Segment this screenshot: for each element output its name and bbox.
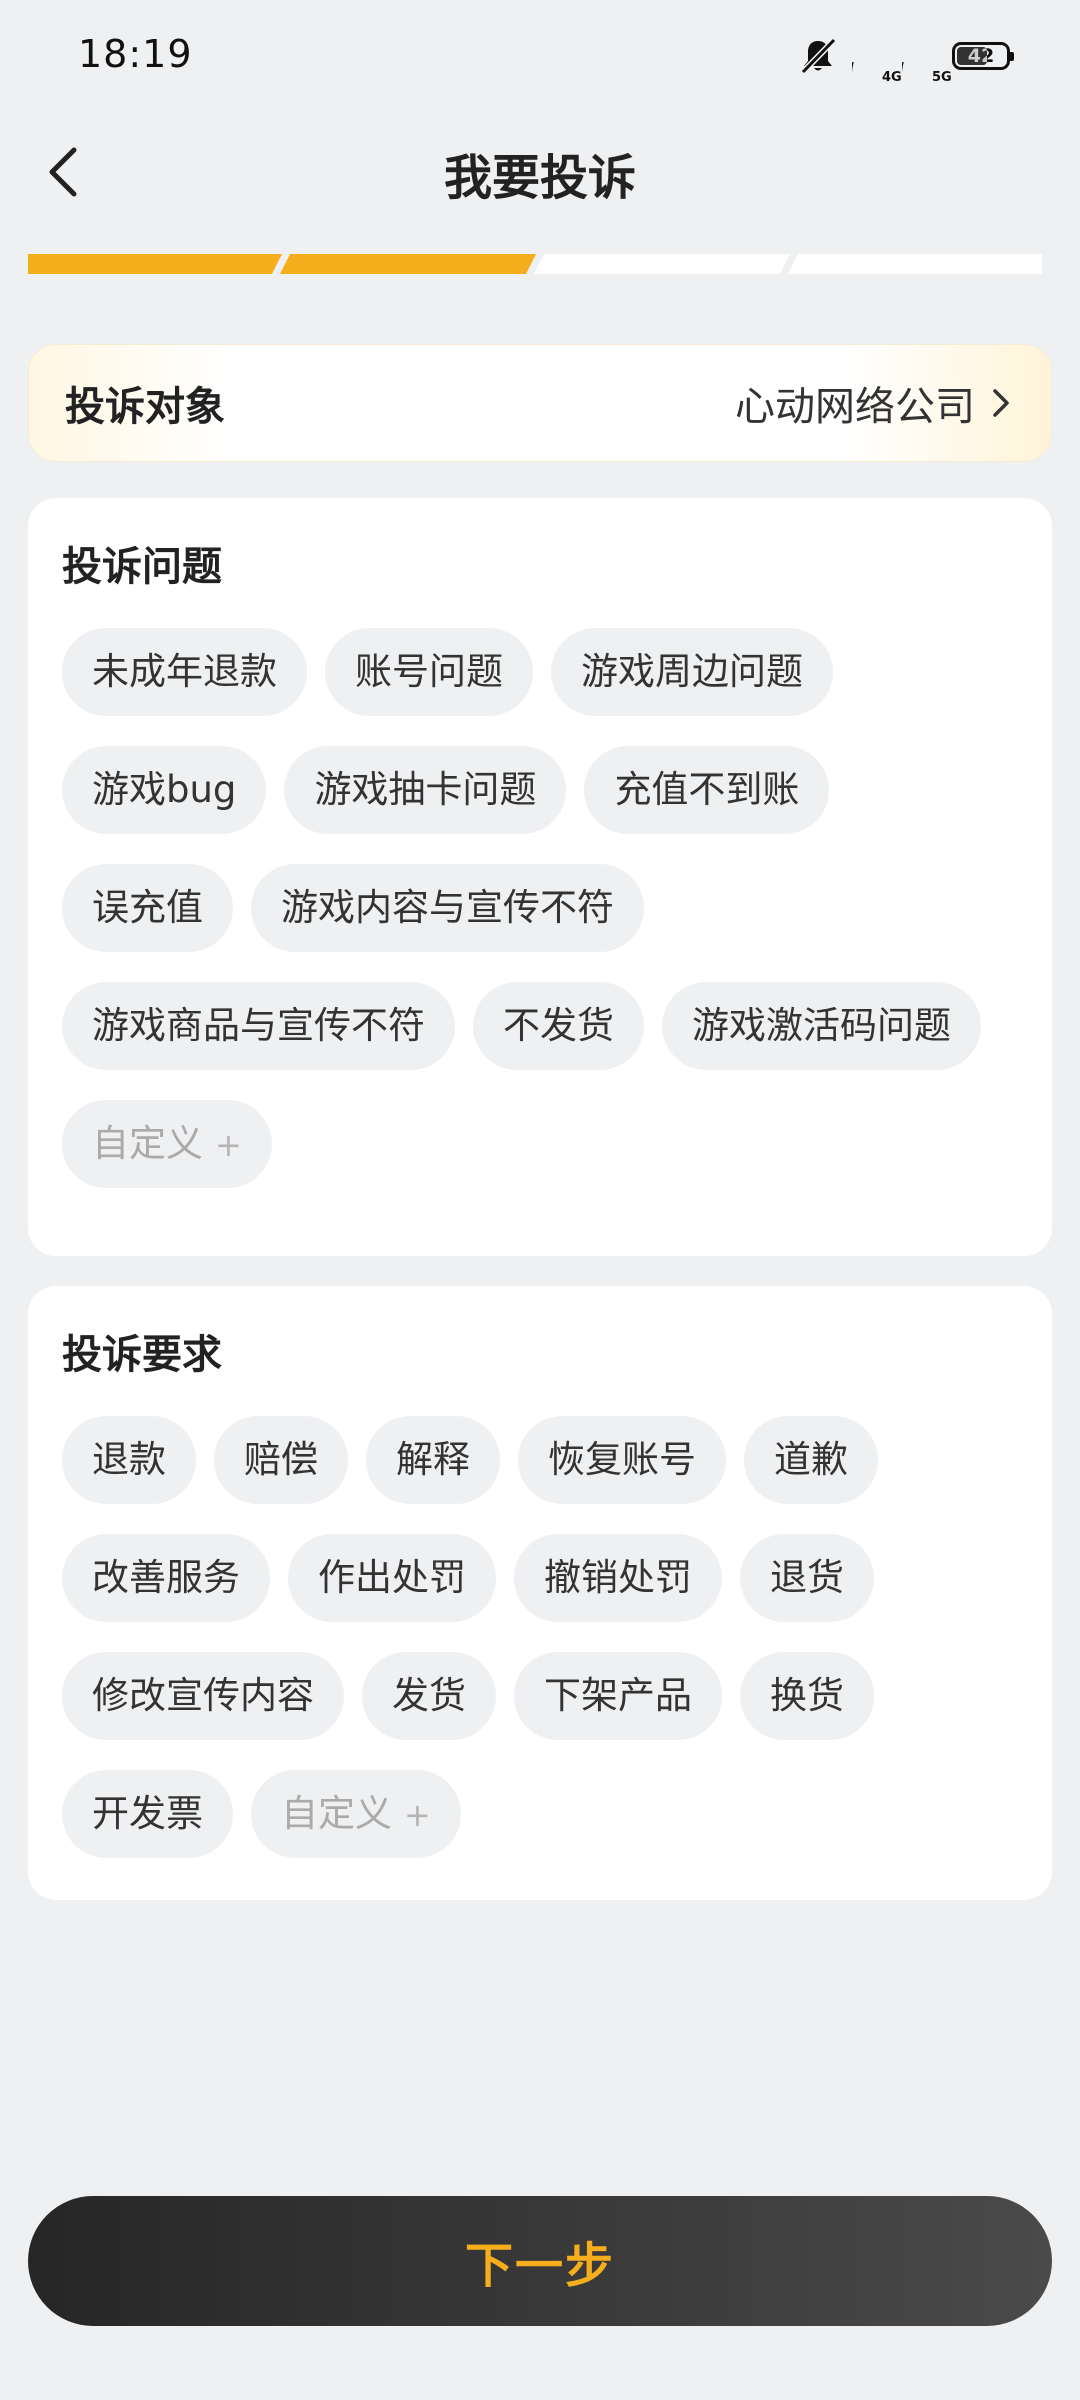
complaint-target-value: 心动网络公司 — [735, 374, 1015, 432]
issue-tag[interactable]: 游戏周边问题 — [551, 628, 833, 716]
plus-icon: + — [404, 1796, 431, 1834]
complaint-issues-card: 投诉问题 未成年退款 账号问题 游戏周边问题 游戏bug 游戏抽卡问题 充值不到… — [28, 498, 1052, 1256]
request-tag[interactable]: 撤销处罚 — [514, 1534, 722, 1622]
status-icons: 4G 5G 42 — [798, 34, 1014, 122]
issue-tag[interactable]: 游戏抽卡问题 — [284, 746, 567, 834]
request-tag[interactable]: 换货 — [740, 1652, 874, 1740]
progress-step-2 — [280, 254, 536, 274]
page-title: 我要投诉 — [443, 150, 636, 206]
status-bar: 18:19 4G 5G 42 — [0, 0, 1080, 122]
request-tag[interactable]: 发货 — [362, 1652, 496, 1740]
issue-custom-button[interactable]: 自定义 + — [62, 1100, 272, 1188]
issue-custom-label: 自定义 — [92, 1122, 203, 1165]
issue-tag[interactable]: 游戏内容与宣传不符 — [251, 864, 644, 952]
request-custom-button[interactable]: 自定义 + — [251, 1770, 461, 1858]
issue-tag[interactable]: 游戏bug — [62, 746, 267, 834]
request-tag[interactable]: 退货 — [740, 1534, 874, 1622]
mute-icon — [800, 37, 837, 75]
issue-tag[interactable]: 游戏激活码问题 — [662, 982, 981, 1070]
progress-step-3 — [534, 254, 790, 274]
issue-tag[interactable]: 账号问题 — [325, 628, 533, 716]
issue-tag[interactable]: 误充值 — [62, 864, 233, 952]
request-tag[interactable]: 作出处罚 — [288, 1534, 496, 1622]
request-tag[interactable]: 恢复账号 — [518, 1416, 726, 1504]
issue-tag[interactable]: 充值不到账 — [584, 746, 830, 834]
request-tag[interactable]: 道歉 — [744, 1416, 878, 1504]
issue-tag[interactable]: 游戏商品与宣传不符 — [62, 982, 455, 1070]
request-custom-label: 自定义 — [281, 1792, 392, 1835]
status-time: 18:19 — [78, 32, 193, 76]
complaint-target-label: 投诉对象 — [65, 384, 225, 430]
request-tag[interactable]: 解释 — [366, 1416, 500, 1504]
request-tag[interactable]: 下架产品 — [514, 1652, 722, 1740]
request-tag[interactable]: 退款 — [62, 1416, 196, 1504]
signal-icon-2: 5G — [902, 34, 982, 122]
next-step-button[interactable]: 下一步 — [28, 2196, 1052, 2326]
progress-step-4 — [788, 254, 1042, 274]
battery-icon: 42 — [952, 42, 1014, 70]
complaint-issues-title: 投诉问题 — [62, 544, 222, 590]
issue-tag[interactable]: 不发货 — [473, 982, 644, 1070]
complaint-requests-card: 投诉要求 退款 赔偿 解释 恢复账号 道歉 改善服务 作出处罚 撤销处罚 退货 … — [28, 1286, 1052, 1900]
request-tag[interactable]: 改善服务 — [62, 1534, 270, 1622]
progress-step-1 — [28, 254, 282, 274]
chevron-right-icon — [993, 389, 1009, 417]
issue-tag-list: 未成年退款 账号问题 游戏周边问题 游戏bug 游戏抽卡问题 充值不到账 误充值… — [62, 628, 1018, 1188]
request-tag[interactable]: 赔偿 — [214, 1416, 348, 1504]
complaint-requests-title: 投诉要求 — [62, 1332, 222, 1378]
plus-icon: + — [215, 1126, 242, 1164]
step-progress — [28, 254, 1042, 274]
signal-icon: 4G — [852, 34, 932, 122]
issue-tag[interactable]: 未成年退款 — [62, 628, 307, 716]
request-tag[interactable]: 开发票 — [62, 1770, 233, 1858]
header: 我要投诉 — [0, 120, 1080, 220]
complaint-target-row[interactable]: 投诉对象 心动网络公司 — [28, 344, 1052, 462]
request-tag[interactable]: 修改宣传内容 — [62, 1652, 344, 1740]
request-tag-list: 退款 赔偿 解释 恢复账号 道歉 改善服务 作出处罚 撤销处罚 退货 修改宣传内… — [62, 1416, 1018, 1858]
next-step-label: 下一步 — [464, 2238, 615, 2294]
